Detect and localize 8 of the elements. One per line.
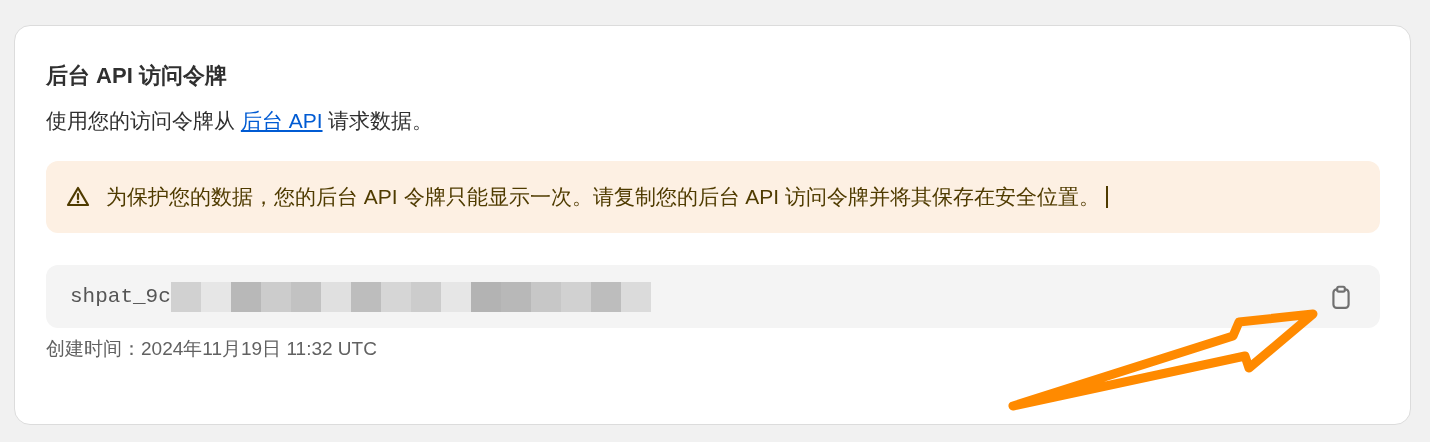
text-cursor <box>1106 186 1109 208</box>
api-link[interactable]: 后台 API <box>240 109 323 132</box>
created-time: 创建时间：2024年11月19日 11:32 UTC <box>46 337 378 361</box>
card-title: 后台 API 访问令牌 <box>46 62 228 90</box>
token-field[interactable]: shpat_9c <box>46 265 1380 328</box>
description-text: 使用您的访问令牌从 后台 API 请求数据。 <box>46 108 435 134</box>
warning-icon <box>66 185 90 209</box>
warning-text: 为保护您的数据，您的后台 API 令牌只能显示一次。请复制您的后台 API 访问令牌并将其保存在安全位置。 <box>106 184 1101 210</box>
